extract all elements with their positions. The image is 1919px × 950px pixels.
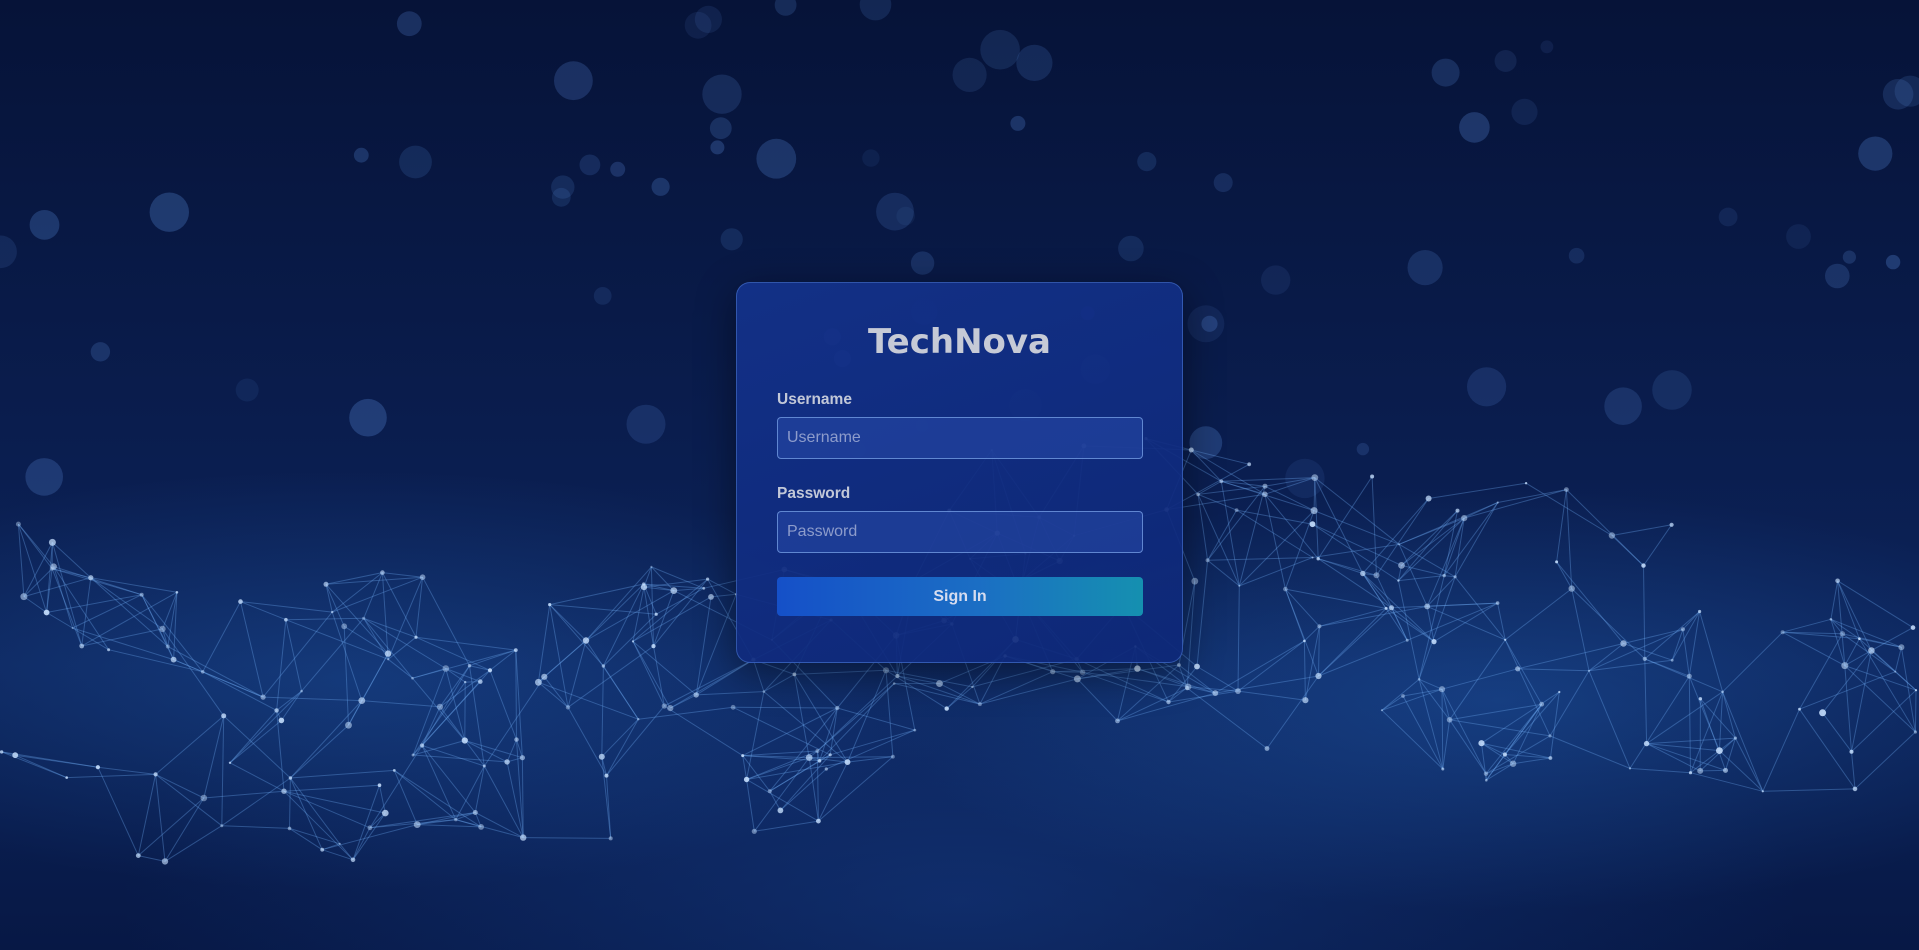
password-label: Password	[777, 485, 851, 502]
sign-in-button[interactable]: Sign In	[777, 577, 1143, 616]
login-card: TechNova Username Password Sign In	[736, 282, 1183, 663]
username-group: Username	[777, 391, 1143, 459]
brand-logo-text: TechNova	[867, 322, 1051, 362]
password-group: Password	[777, 485, 1143, 553]
username-label: Username	[777, 391, 852, 408]
username-input[interactable]	[777, 417, 1143, 459]
password-input[interactable]	[777, 511, 1143, 553]
